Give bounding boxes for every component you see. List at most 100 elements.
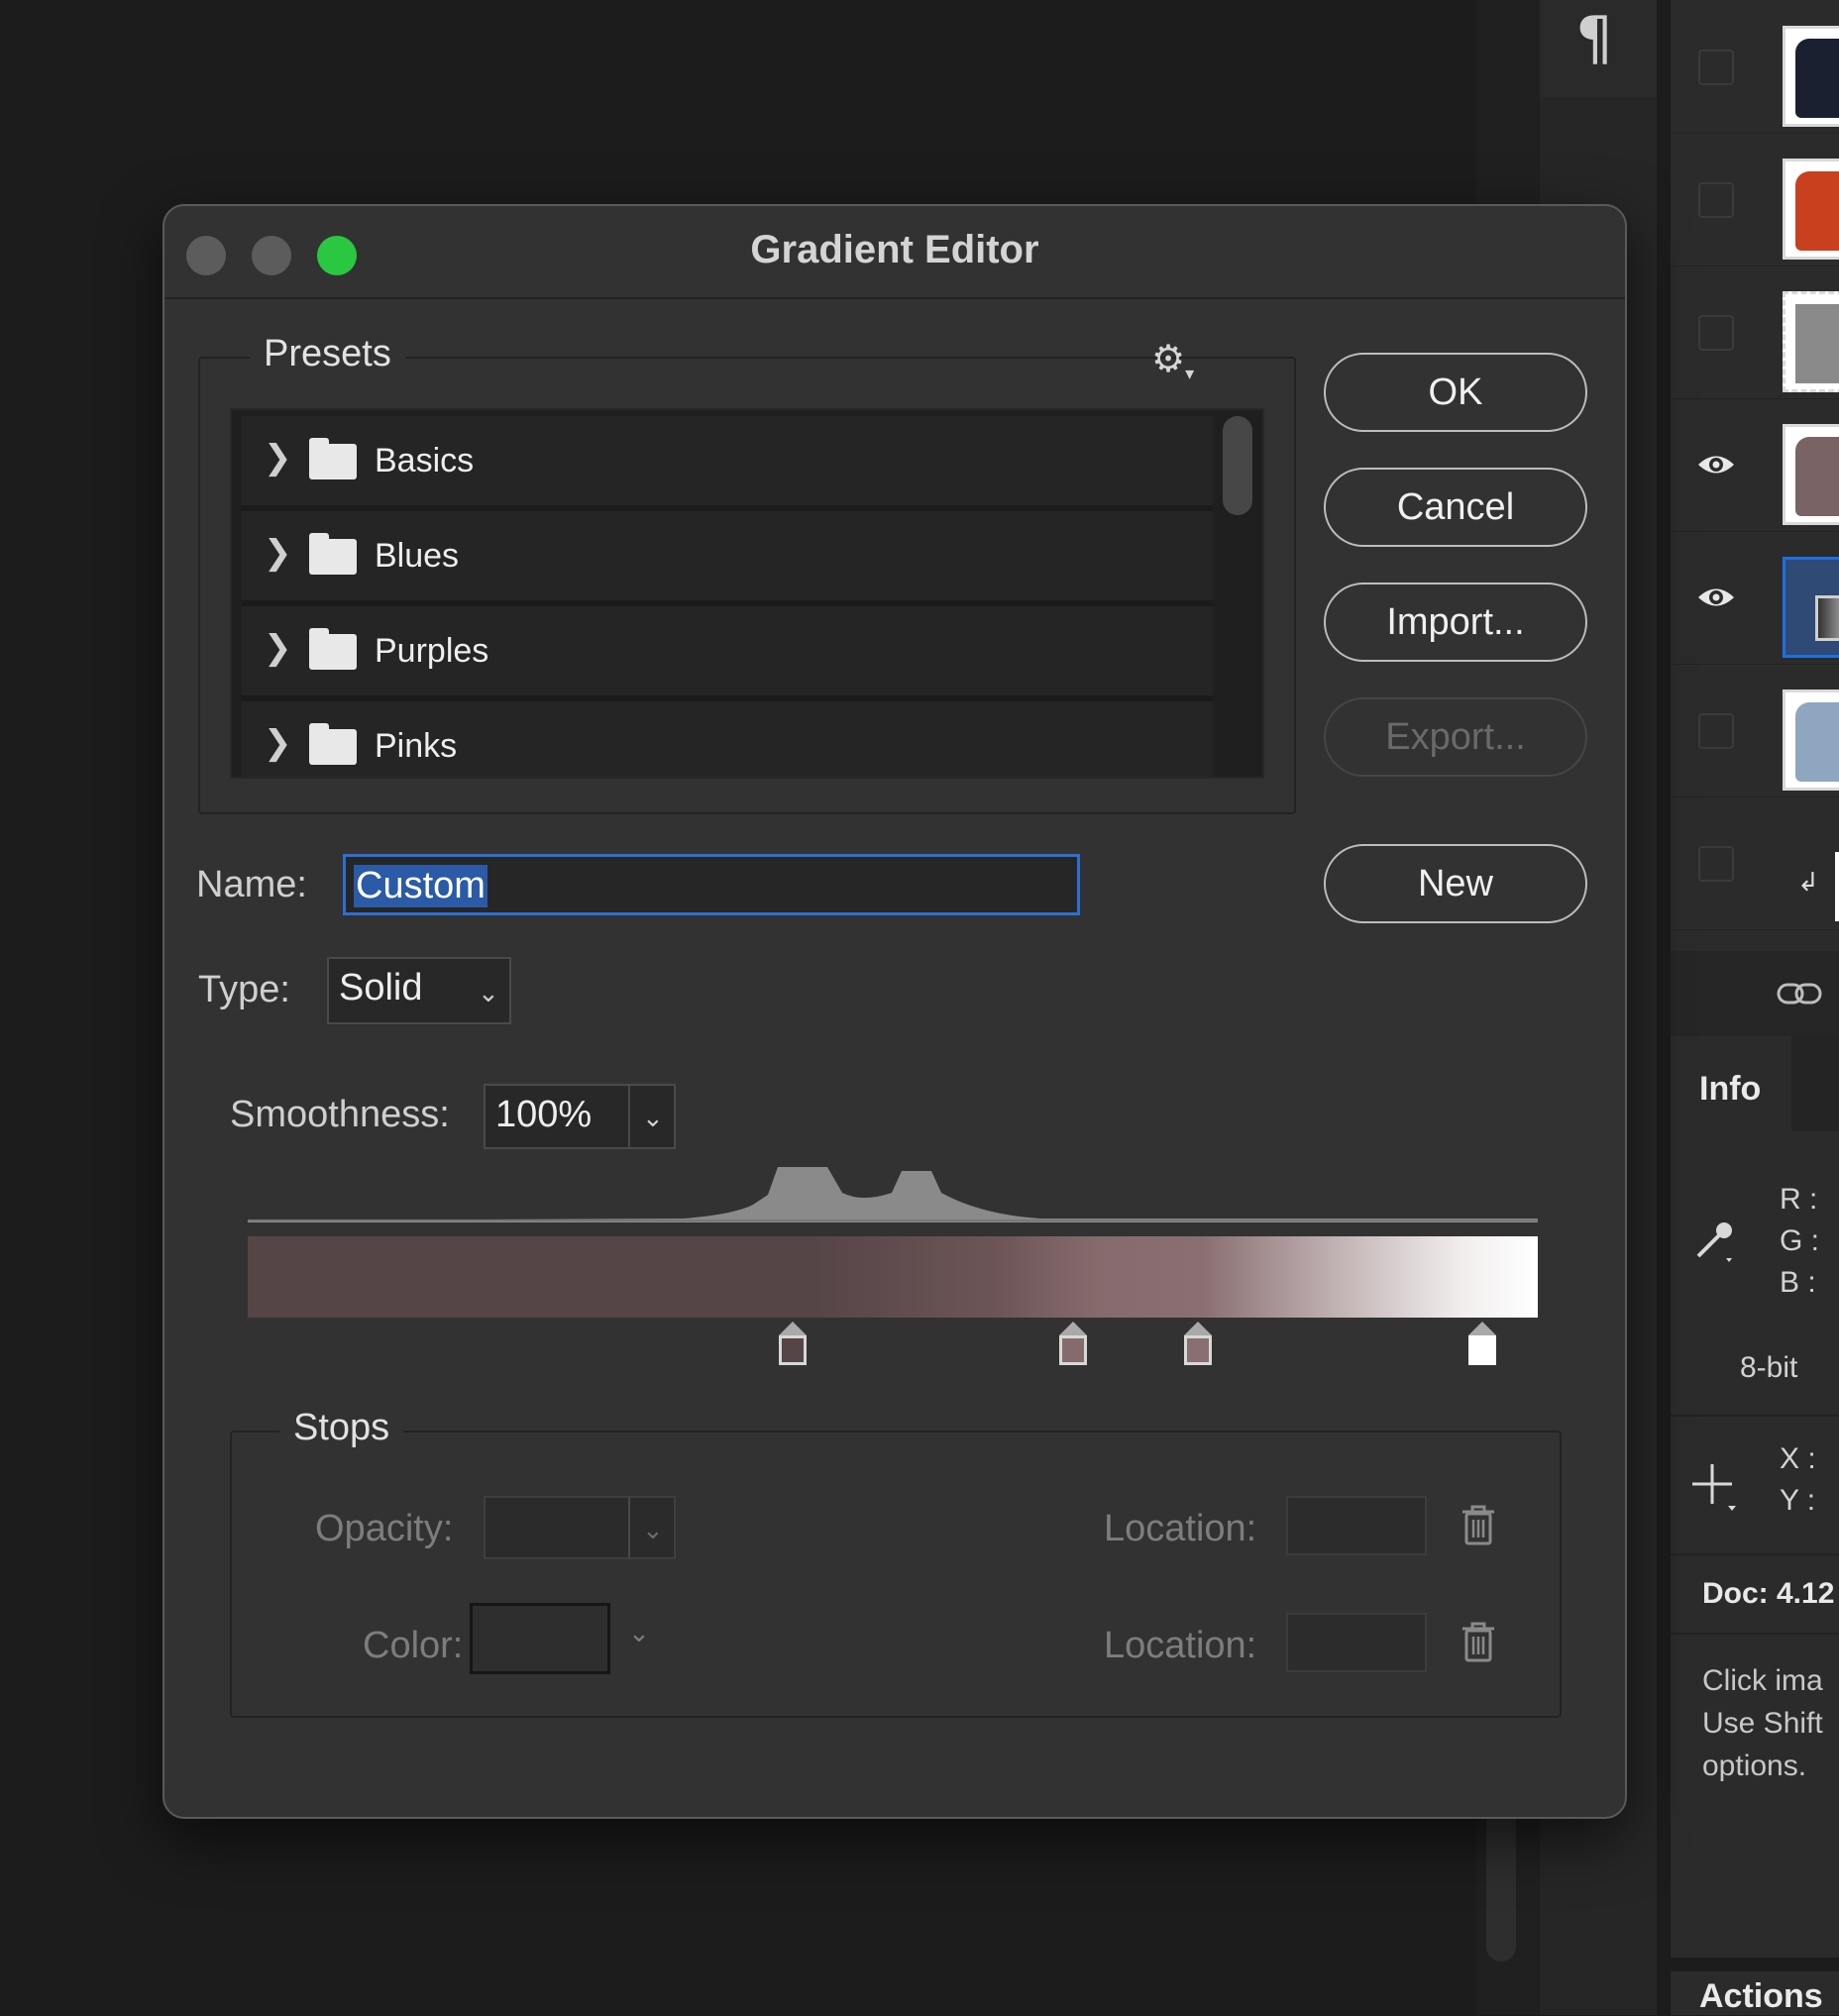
preset-list[interactable]: ❯ Basics ❯ Blues ❯ Purples ❯ Pinks [230, 408, 1264, 779]
info-hint-line: Click ima [1702, 1664, 1823, 1697]
trash-icon[interactable] [1460, 1621, 1496, 1664]
preset-list-scrollbar[interactable] [1223, 416, 1252, 515]
color-stop[interactable] [779, 1322, 807, 1375]
color-stop[interactable] [1059, 1322, 1087, 1375]
divider [628, 1498, 630, 1557]
layer-thumbnail[interactable] [1835, 852, 1839, 921]
crosshair-icon[interactable] [1690, 1462, 1742, 1514]
color-stop-swatch [1468, 1335, 1496, 1365]
divider [1671, 1633, 1839, 1635]
dialog-titlebar[interactable]: Gradient Editor [164, 206, 1625, 299]
cancel-button[interactable]: Cancel [1324, 468, 1587, 547]
color-stop-pointer [779, 1322, 807, 1335]
eye-icon[interactable] [1696, 583, 1736, 612]
type-select[interactable]: Solid ⌄ [327, 957, 511, 1024]
layer-thumbnail[interactable] [1783, 26, 1839, 127]
layer-row[interactable] [1671, 133, 1839, 266]
trash-icon[interactable] [1460, 1504, 1496, 1547]
name-field[interactable]: Custom [343, 854, 1080, 915]
eyedropper-icon[interactable] [1690, 1215, 1740, 1264]
layer-row-selected[interactable] [1671, 531, 1839, 665]
preset-folder-label: Blues [375, 537, 460, 575]
paragraph-panel-button[interactable]: ¶ [1540, 0, 1658, 98]
preset-folder-blues[interactable]: ❯ Blues [242, 511, 1213, 606]
layer-row[interactable] [1671, 265, 1839, 399]
layer-row[interactable]: ↲ [1671, 796, 1839, 930]
ok-button[interactable]: OK [1324, 353, 1587, 432]
new-button[interactable]: New [1324, 844, 1587, 923]
preset-folder-purples[interactable]: ❯ Purples [242, 606, 1213, 701]
doc-size-label: Doc: 4.12 [1702, 1577, 1835, 1610]
info-g-label: G : [1780, 1224, 1820, 1257]
opacity-field[interactable]: ⌄ [484, 1496, 676, 1559]
layer-visibility-toggle[interactable] [1698, 182, 1734, 218]
info-panel: Info R : G : B : 8-bit X : Y : Doc: 4.12… [1670, 1036, 1839, 1958]
eye-icon[interactable] [1696, 450, 1736, 479]
folder-icon [309, 438, 357, 479]
gear-icon[interactable]: ⚙▾ [1151, 337, 1194, 384]
color-swatch-field[interactable] [470, 1603, 610, 1674]
name-field-value: Custom [354, 865, 487, 907]
layer-thumbnail[interactable] [1783, 557, 1839, 658]
layer-thumbnail[interactable] [1783, 424, 1839, 525]
color-stop-pointer [1184, 1322, 1212, 1335]
chevron-down-icon[interactable]: ⌄ [642, 1516, 664, 1545]
export-button[interactable]: Export... [1324, 697, 1587, 777]
tshirt-icon [1795, 39, 1839, 118]
folder-icon [309, 628, 357, 670]
paragraph-icon: ¶ [1575, 4, 1614, 73]
info-b-label: B : [1780, 1266, 1816, 1299]
layer-visibility-toggle[interactable] [1698, 315, 1734, 351]
layer-thumbnail[interactable] [1783, 291, 1839, 392]
gradient-preview-bar[interactable] [248, 1236, 1538, 1318]
color-stop[interactable] [1468, 1322, 1496, 1375]
color-stop-pointer [1059, 1322, 1087, 1335]
presets-legend: Presets [250, 333, 405, 375]
info-y-label: Y : [1780, 1484, 1816, 1517]
chevron-down-icon[interactable]: ⌄ [642, 1104, 664, 1133]
layer-row[interactable] [1671, 398, 1839, 532]
bit-depth-label: 8-bit [1740, 1351, 1798, 1384]
preset-folder-label: Basics [375, 442, 475, 479]
layers-footer [1671, 951, 1839, 1036]
gradient-fill-icon [1815, 595, 1839, 641]
layer-visibility-toggle[interactable] [1698, 713, 1734, 749]
tab-actions[interactable]: Actions [1670, 1971, 1839, 2015]
preset-folder-basics[interactable]: ❯ Basics [242, 416, 1213, 511]
import-button[interactable]: Import... [1324, 583, 1587, 662]
preset-folder-label: Pinks [375, 727, 458, 765]
folder-icon [309, 723, 357, 765]
layer-thumbnail[interactable] [1783, 159, 1839, 260]
info-x-label: X : [1780, 1442, 1816, 1475]
smoothness-field[interactable]: 100% ⌄ [484, 1084, 676, 1149]
smoothness-label: Smoothness: [230, 1094, 450, 1135]
name-label: Name: [196, 864, 307, 905]
preset-folder-label: Purples [375, 632, 489, 670]
tab-info[interactable]: Info [1671, 1036, 1791, 1131]
layer-visibility-toggle[interactable] [1698, 846, 1734, 882]
link-layers-icon[interactable] [1776, 981, 1823, 1007]
color-stop-pointer [1468, 1322, 1496, 1335]
chevron-down-icon[interactable]: ⌄ [628, 1619, 650, 1648]
layer-thumbnail[interactable] [1783, 690, 1839, 791]
canvas-scrollbar[interactable] [1486, 1803, 1516, 1962]
opacity-location-field[interactable] [1286, 1496, 1427, 1555]
layer-row[interactable] [1671, 0, 1839, 134]
info-hint-line: options. [1702, 1750, 1807, 1782]
layer-row[interactable] [1671, 664, 1839, 797]
type-select-value: Solid [339, 967, 423, 1008]
color-location-field[interactable] [1286, 1613, 1427, 1672]
gradient-editor-dialog: Gradient Editor Presets ⚙▾ ❯ Basics ❯ Bl… [162, 204, 1627, 1819]
tshirt-icon [1795, 437, 1839, 516]
tab-actions-label: Actions [1699, 1977, 1823, 2015]
color-stop[interactable] [1184, 1322, 1212, 1375]
opacity-location-label: Location: [1104, 1508, 1257, 1549]
chevron-right-icon[interactable]: ❯ [264, 628, 292, 668]
layers-panel: ↲ [1670, 0, 1839, 1036]
chevron-right-icon[interactable]: ❯ [264, 723, 292, 763]
preset-folder-pinks[interactable]: ❯ Pinks [242, 701, 1213, 777]
layer-visibility-toggle[interactable] [1698, 50, 1734, 85]
stops-legend: Stops [279, 1407, 404, 1449]
chevron-right-icon[interactable]: ❯ [264, 438, 292, 477]
chevron-right-icon[interactable]: ❯ [264, 533, 292, 573]
